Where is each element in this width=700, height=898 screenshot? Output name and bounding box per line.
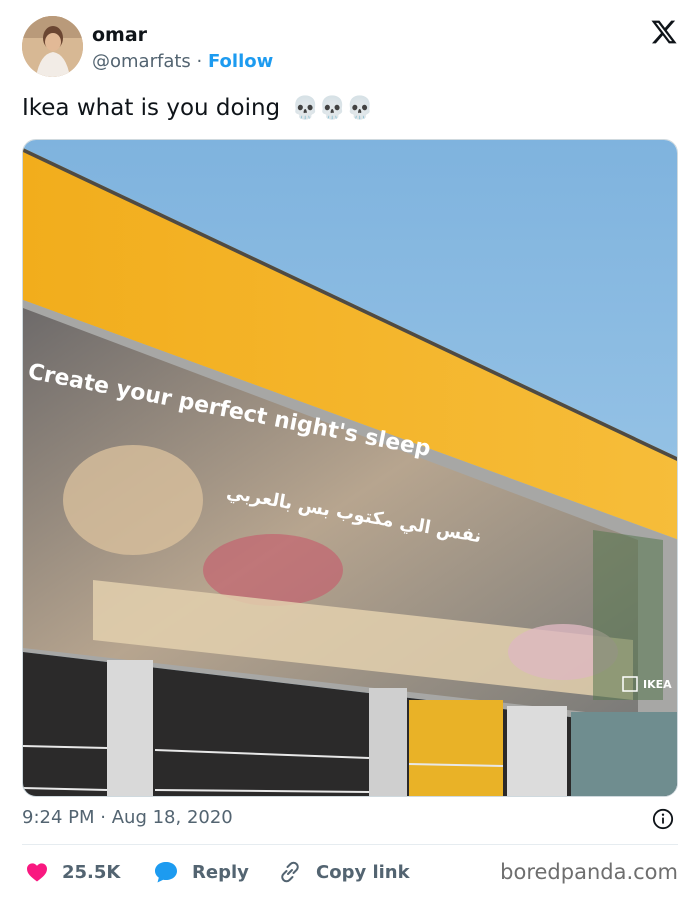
handle-separator: · xyxy=(196,51,203,72)
like-button[interactable]: 25.5K xyxy=(26,856,120,888)
tweet-actions: 25.5K Reply Copy link boredpanda.com xyxy=(22,856,678,888)
copy-link-button[interactable]: Copy link xyxy=(278,856,410,888)
boredpanda-watermark: boredpanda.com xyxy=(500,860,678,884)
tweet-timestamp[interactable]: 9:24 PM · Aug 18, 2020 xyxy=(22,806,233,830)
tweet-header: omar @omarfats · Follow xyxy=(22,16,678,78)
divider xyxy=(22,844,678,845)
skull-emoji-icon: 💀💀💀 xyxy=(291,96,374,121)
copy-link-label: Copy link xyxy=(316,861,410,883)
like-count: 25.5K xyxy=(62,861,121,883)
speech-bubble-icon xyxy=(155,862,177,883)
link-icon xyxy=(281,861,299,883)
avatar[interactable] xyxy=(22,16,83,77)
reply-button[interactable]: Reply xyxy=(154,856,249,888)
handle-line: @omarfats · Follow xyxy=(92,50,273,74)
ikea-building-photo: Create your perfect night's sleep نفس ال… xyxy=(23,140,677,796)
tweet-text: Ikea what is you doing 💀💀💀 xyxy=(22,92,374,125)
reply-label: Reply xyxy=(192,861,249,883)
timestamp-separator: · xyxy=(100,807,106,828)
info-icon[interactable] xyxy=(652,808,674,830)
follow-button[interactable]: Follow xyxy=(208,51,273,72)
handle[interactable]: @omarfats xyxy=(92,51,191,72)
tweet-date: Aug 18, 2020 xyxy=(111,807,233,828)
heart-icon xyxy=(27,863,47,882)
avatar-image xyxy=(22,16,83,77)
tweet-body: Ikea what is you doing xyxy=(22,95,281,121)
x-logo-icon[interactable] xyxy=(650,18,678,46)
banner-brand-mark: IKEA xyxy=(643,678,672,691)
tweet-photo[interactable]: Create your perfect night's sleep نفس ال… xyxy=(22,139,678,797)
tweet-time: 9:24 PM xyxy=(22,807,95,828)
display-name[interactable]: omar xyxy=(92,24,273,46)
user-info: omar @omarfats · Follow xyxy=(92,24,273,74)
